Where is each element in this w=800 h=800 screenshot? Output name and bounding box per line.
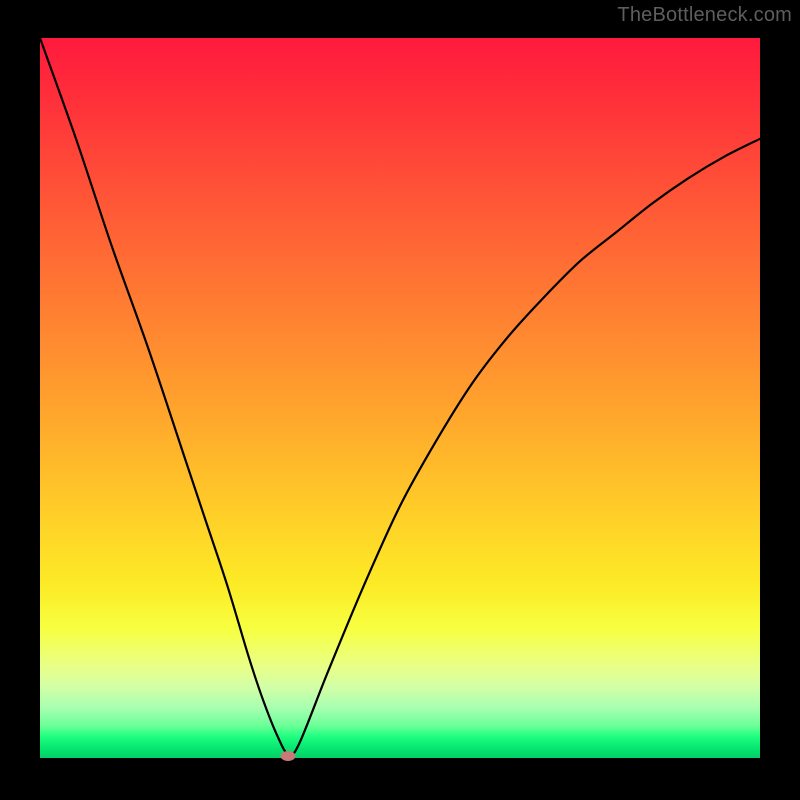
watermark-text: TheBottleneck.com <box>617 4 792 27</box>
plot-area <box>40 38 760 758</box>
optimal-point-marker <box>281 751 296 761</box>
chart-frame: TheBottleneck.com <box>0 0 800 800</box>
bottleneck-curve <box>40 38 760 758</box>
